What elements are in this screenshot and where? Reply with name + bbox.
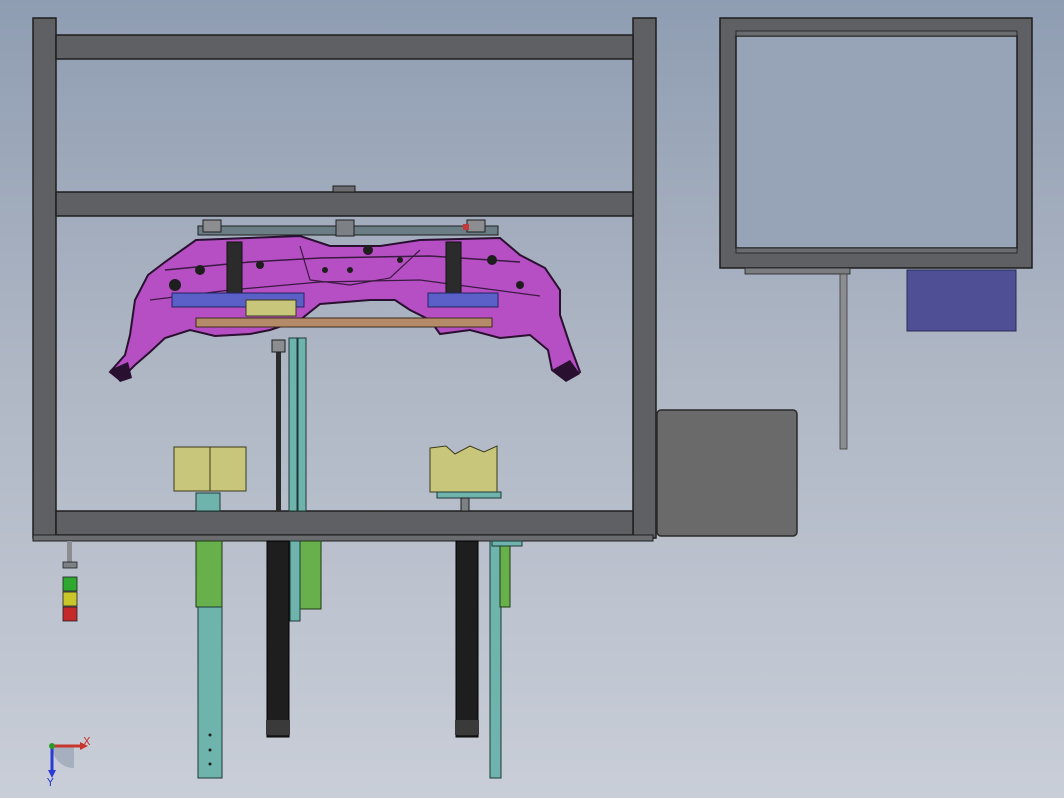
right-locator <box>429 445 502 512</box>
subframe-hole <box>347 267 353 273</box>
left-locator <box>173 446 247 512</box>
subframe-part <box>108 234 582 382</box>
frame-middle-knob <box>332 185 356 193</box>
cabinet-hanging-rod <box>839 273 848 450</box>
rail-hole <box>208 762 212 766</box>
fixture-left-mount <box>202 219 222 233</box>
fixture-center-post <box>335 219 355 237</box>
left-locator-bracket <box>195 492 221 512</box>
cabinet-window <box>735 35 1018 249</box>
right-bracket-top <box>491 540 523 547</box>
stack-light-red <box>62 606 78 622</box>
fixture-red-pin <box>463 224 469 230</box>
stack-light-yellow <box>62 591 78 607</box>
subframe-hole <box>322 267 328 273</box>
cabinet-bottom-rail <box>744 267 851 275</box>
center-cylinder-cap <box>266 720 290 735</box>
fixture-right-mount <box>466 219 486 233</box>
center-black-cylinder <box>266 540 290 738</box>
stack-light-cap <box>62 561 78 569</box>
blue-block <box>906 269 1017 332</box>
side-cabinet <box>719 17 1033 450</box>
frame-top-beam <box>55 34 634 60</box>
subframe-hole <box>195 265 205 275</box>
cad-viewport[interactable]: X Y <box>0 0 1064 798</box>
cad-model-canvas[interactable]: X Y <box>0 0 1064 798</box>
lift-slide-rail-2 <box>297 337 307 512</box>
lower-actuators <box>195 540 523 779</box>
triad-y-label: Y <box>46 776 54 789</box>
right-locator-pad <box>429 445 498 493</box>
right-clamp-block <box>427 292 499 308</box>
center-yellow-block <box>245 299 297 317</box>
right-green-body <box>499 540 511 608</box>
center-teal-rail <box>289 540 301 622</box>
lift-rod-cap <box>271 339 286 353</box>
lift-slide-rail <box>288 337 298 512</box>
copper-bar <box>195 317 493 328</box>
rail-hole <box>208 748 212 752</box>
subframe-hole <box>487 255 497 265</box>
right-black-cylinder <box>455 540 479 738</box>
rail-hole <box>208 733 212 737</box>
right-cylinder-cap <box>455 720 479 735</box>
triad-arc <box>51 745 74 769</box>
control-box <box>656 409 798 537</box>
center-lift <box>271 337 307 512</box>
cabinet-inner-lip-top <box>735 30 1018 37</box>
left-teal-rail <box>197 606 223 779</box>
frame-base-plate <box>32 534 654 542</box>
right-locator-bracket <box>436 491 502 499</box>
subframe-hole <box>256 261 264 269</box>
frame-middle-beam <box>55 191 634 217</box>
triad-origin <box>49 743 55 749</box>
frame-right-post <box>632 17 657 539</box>
subframe-hole <box>397 257 403 263</box>
center-green-body <box>299 540 322 610</box>
subframe-hole <box>516 281 524 289</box>
subframe-hole <box>363 245 373 255</box>
subframe-hole <box>169 279 181 291</box>
coordinate-triad-icon: X Y <box>46 735 91 789</box>
frame-left-post <box>32 17 57 539</box>
stack-light-green <box>62 576 78 592</box>
stack-light-pole <box>67 541 72 563</box>
triad-x-label: X <box>83 735 91 748</box>
upper-fixture <box>197 219 499 237</box>
right-locator-pin <box>460 497 470 512</box>
left-green-cylinder <box>195 540 223 608</box>
stack-light-icon <box>62 541 78 622</box>
right-teal-rail <box>489 540 502 779</box>
lift-rod <box>276 345 281 511</box>
cabinet-inner-lip-bottom <box>735 247 1018 254</box>
frame-bottom-beam <box>55 510 634 536</box>
